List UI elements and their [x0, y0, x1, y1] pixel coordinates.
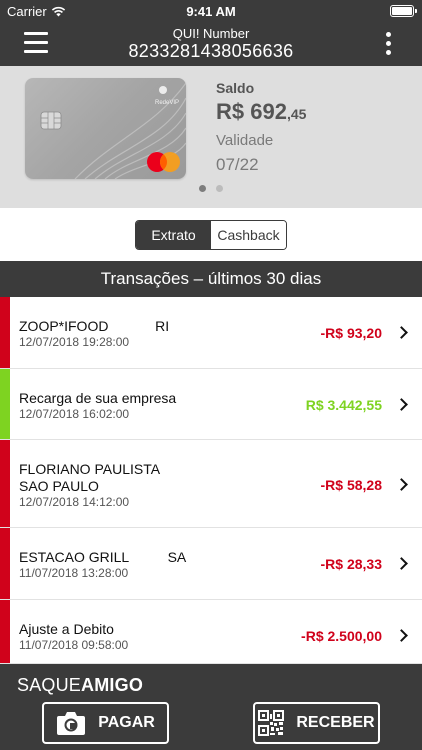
- credit-indicator: [0, 369, 10, 439]
- chevron-right-icon[interactable]: [395, 629, 408, 642]
- tab-extrato[interactable]: Extrato: [136, 221, 211, 249]
- transaction-date: 12/07/2018 14:12:00: [19, 495, 130, 509]
- camera-icon: [57, 712, 86, 735]
- pay-button[interactable]: PAGAR: [42, 702, 169, 744]
- debit-indicator: [0, 440, 10, 527]
- transactions-list: ZOOP*IFOOD RI 12/07/2018 19:28:00 -R$ 93…: [0, 297, 422, 664]
- transaction-description: ZOOP*IFOOD RI: [19, 318, 170, 334]
- debit-indicator: [0, 528, 10, 599]
- app-header: QUI! Number 8233281438056636: [0, 22, 422, 66]
- transaction-amount: -R$ 28,33: [320, 556, 382, 572]
- transaction-row[interactable]: ESTACAO GRILL SA 11/07/2018 13:28:00 -R$…: [0, 528, 422, 600]
- balance-label: Saldo: [216, 80, 255, 96]
- transactions-title: Transações – últimos 30 dias: [0, 261, 422, 297]
- validity-label: Validade: [216, 132, 274, 149]
- transaction-amount: -R$ 93,20: [320, 325, 382, 341]
- tab-cashback[interactable]: Cashback: [211, 221, 286, 249]
- transaction-row[interactable]: Recarga de sua empresa 12/07/2018 16:02:…: [0, 369, 422, 440]
- validity-value: 07/22: [216, 155, 259, 174]
- balance-main: R$ 692: [216, 99, 287, 124]
- card-brand-text: RedeVIP: [155, 100, 179, 106]
- transaction-date: 11/07/2018 09:58:00: [19, 638, 129, 652]
- transaction-description: ESTACAO GRILL SA: [19, 549, 187, 565]
- transaction-date: 12/07/2018 19:28:00: [19, 335, 130, 349]
- card-section: RedeVIP Saldo R$ 692,45 Validade 07/22: [0, 66, 422, 208]
- transaction-description: Ajuste a Debito: [19, 621, 114, 637]
- more-options-icon[interactable]: [386, 32, 392, 56]
- bottom-bar: SAQUEAMIGO PAGAR RECEBER: [0, 664, 422, 750]
- transaction-row[interactable]: Ajuste a Debito 11/07/2018 09:58:00 -R$ …: [0, 600, 422, 664]
- page-dot-active[interactable]: [199, 185, 206, 192]
- debit-indicator: [0, 297, 10, 368]
- page-indicator[interactable]: [199, 185, 223, 192]
- transaction-description: Recarga de sua empresa: [19, 390, 177, 406]
- brand-light: SAQUE: [17, 675, 82, 695]
- transaction-date: 11/07/2018 13:28:00: [19, 566, 129, 580]
- clock: 9:41 AM: [186, 4, 236, 19]
- card-number: 8233281438056636: [128, 41, 294, 61]
- status-bar: Carrier 9:41 AM: [0, 0, 422, 22]
- balance-value: R$ 692,45: [216, 99, 306, 125]
- debit-indicator: [0, 600, 10, 663]
- balance-cents: ,45: [286, 106, 307, 122]
- card-image[interactable]: RedeVIP: [25, 78, 186, 179]
- transaction-amount: R$ 3.442,55: [305, 397, 382, 413]
- transaction-amount: -R$ 2.500,00: [301, 628, 382, 644]
- receive-button-label: RECEBER: [296, 714, 375, 731]
- chevron-right-icon[interactable]: [395, 326, 408, 339]
- chevron-right-icon[interactable]: [395, 398, 408, 411]
- tab-switcher: Extrato Cashback: [135, 220, 287, 250]
- transaction-row[interactable]: ZOOP*IFOOD RI 12/07/2018 19:28:00 -R$ 93…: [0, 297, 422, 369]
- receive-button[interactable]: RECEBER: [253, 702, 380, 744]
- pay-button-label: PAGAR: [98, 714, 155, 731]
- battery-icon: [390, 5, 417, 17]
- qr-code-icon: [258, 710, 285, 736]
- page-dot[interactable]: [216, 185, 223, 192]
- transaction-row[interactable]: FLORIANO PAULISTA SAO PAULO 12/07/2018 1…: [0, 440, 422, 528]
- brand-bold: AMIGO: [81, 675, 144, 695]
- transaction-amount: -R$ 58,28: [320, 477, 382, 493]
- transaction-date: 12/07/2018 16:02:00: [19, 407, 130, 421]
- header-title: QUI! Number: [172, 26, 250, 41]
- chevron-right-icon[interactable]: [395, 478, 408, 491]
- chevron-right-icon[interactable]: [395, 557, 408, 570]
- transaction-description: FLORIANO PAULISTA SAO PAULO: [19, 461, 161, 494]
- saque-amigo-logo: SAQUEAMIGO: [17, 675, 143, 696]
